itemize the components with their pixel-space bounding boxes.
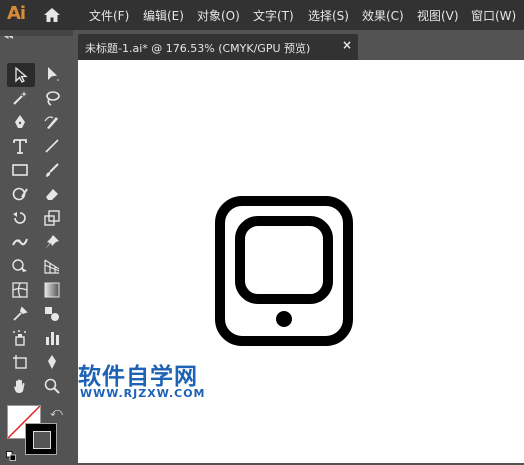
curvature-tool-icon[interactable] <box>39 111 65 133</box>
close-tab-icon[interactable]: × <box>342 38 352 52</box>
puppet-warp-tool-icon[interactable] <box>39 231 65 253</box>
blend-tool-icon[interactable] <box>39 303 65 325</box>
direct-selection-tool-icon[interactable] <box>39 63 65 85</box>
eraser-tool-icon[interactable] <box>39 183 65 205</box>
home-icon[interactable] <box>42 5 62 25</box>
pen-tool-icon[interactable] <box>7 111 33 133</box>
zoom-tool-icon[interactable] <box>39 375 65 397</box>
menu-effect[interactable]: 效果(C) <box>362 7 404 24</box>
mesh-tool-icon[interactable] <box>7 279 33 301</box>
width-tool-icon[interactable] <box>7 231 33 253</box>
stroke-swatch-inner <box>33 431 51 449</box>
rotate-tool-icon[interactable] <box>7 207 33 229</box>
hand-tool-icon[interactable] <box>7 375 33 397</box>
menu-select[interactable]: 选择(S) <box>308 7 349 24</box>
app-logo: Ai <box>7 3 26 24</box>
paintbrush-tool-icon[interactable] <box>39 159 65 181</box>
line-segment-tool-icon[interactable] <box>39 135 65 157</box>
gradient-tool-icon[interactable] <box>39 279 65 301</box>
slice-tool-icon[interactable] <box>39 351 65 373</box>
symbol-sprayer-tool-icon[interactable] <box>7 327 33 349</box>
type-tool-icon[interactable] <box>7 135 33 157</box>
menu-edit[interactable]: 编辑(E) <box>143 7 184 24</box>
column-graph-tool-icon[interactable] <box>39 327 65 349</box>
tablet-icon-artwork[interactable] <box>215 196 353 346</box>
selection-tool-icon[interactable] <box>7 63 35 87</box>
eyedropper-tool-icon[interactable] <box>7 303 33 325</box>
artboard-tool-icon[interactable] <box>7 351 33 373</box>
lasso-tool-icon[interactable] <box>39 87 65 109</box>
watermark-url-text: WWW.RJZXW.COM <box>80 387 206 400</box>
menu-window[interactable]: 窗口(W) <box>471 7 516 24</box>
shaper-tool-icon[interactable] <box>7 183 33 205</box>
artboard-canvas[interactable] <box>78 60 524 463</box>
menu-object[interactable]: 对象(O) <box>197 7 240 24</box>
magic-wand-tool-icon[interactable] <box>7 87 33 109</box>
perspective-grid-tool-icon[interactable] <box>39 255 65 277</box>
document-tab-bar: 未标题-1.ai* @ 176.53% (CMYK/GPU 预览) × <box>73 30 524 60</box>
stroke-swatch[interactable] <box>25 423 57 455</box>
shape-builder-tool-icon[interactable] <box>7 255 33 277</box>
menu-type[interactable]: 文字(T) <box>253 7 294 24</box>
rectangle-tool-icon[interactable] <box>7 159 33 181</box>
watermark-chinese-text: 软件自学网 <box>78 364 198 390</box>
scale-tool-icon[interactable] <box>39 207 65 229</box>
document-tab-title: 未标题-1.ai* @ 176.53% (CMYK/GPU 预览) <box>85 42 311 55</box>
menu-bar: Ai 文件(F) 编辑(E) 对象(O) 文字(T) 选择(S) 效果(C) 视… <box>0 0 524 30</box>
menu-view[interactable]: 视图(V) <box>417 7 459 24</box>
menu-file[interactable]: 文件(F) <box>89 7 129 24</box>
default-fill-stroke-icon[interactable] <box>6 446 16 461</box>
document-tab[interactable]: 未标题-1.ai* @ 176.53% (CMYK/GPU 预览) × <box>78 34 358 60</box>
panel-grip[interactable] <box>0 30 73 36</box>
swap-fill-stroke-icon[interactable]: ⤺ <box>50 405 63 420</box>
